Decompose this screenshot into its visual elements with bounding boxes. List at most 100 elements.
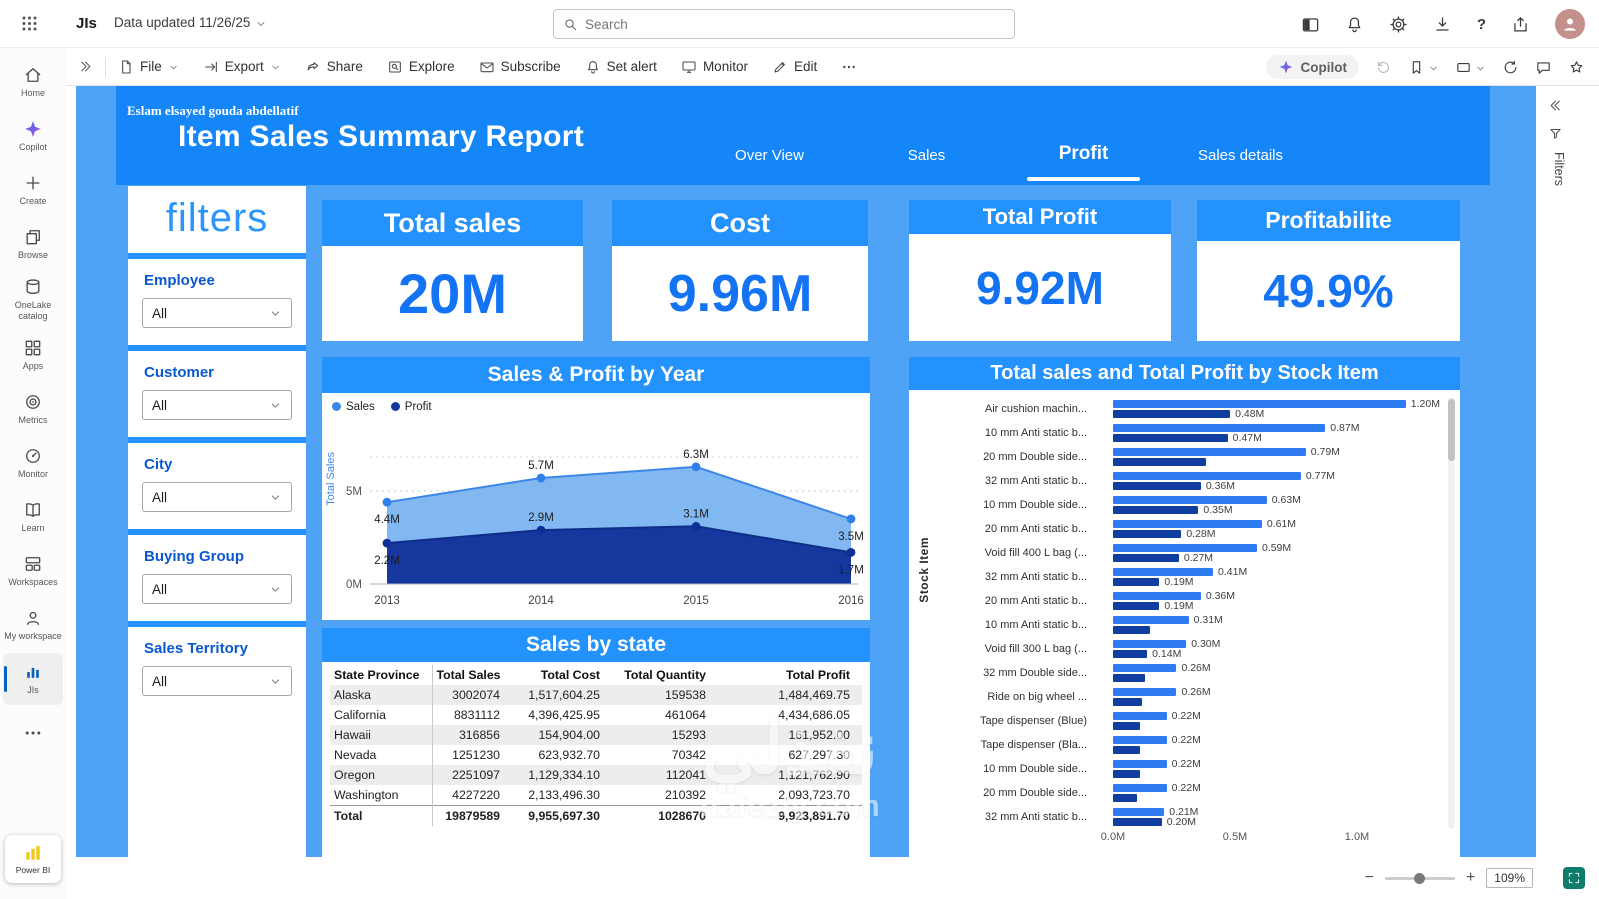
bookmark-menu[interactable] <box>1408 59 1439 76</box>
stock-label: Tape dispenser (Blue) <box>909 709 1095 733</box>
sidebar-item-my-workspace[interactable]: My workspace <box>3 599 63 651</box>
filter-value: All <box>152 674 167 689</box>
share-button[interactable]: Share <box>305 59 363 75</box>
tab-sales[interactable]: Sales <box>848 143 1005 169</box>
waffle-menu-icon[interactable] <box>20 14 39 33</box>
filter-value: All <box>152 398 167 413</box>
feedback-share-icon[interactable] <box>1511 15 1530 34</box>
filters-panel: filters EmployeeAllCustomerAllCityAllBuy… <box>128 186 306 857</box>
zoom-slider[interactable] <box>1385 877 1455 880</box>
expand-nav-icon[interactable] <box>78 59 93 74</box>
file-menu[interactable]: File <box>118 59 179 75</box>
state-cell: California <box>330 705 432 725</box>
sidebar-item-onelake-catalog[interactable]: OneLake catalog <box>3 272 63 327</box>
sidebar-item-browse[interactable]: Browse <box>3 218 63 270</box>
sales-value-label: 0.61M <box>1267 519 1296 529</box>
stock-row: 20 mm Anti static b...0.36M0.19M <box>909 589 1460 613</box>
bar-chart-title: Total sales and Total Profit by Stock It… <box>909 357 1460 390</box>
sidebar-item-home[interactable]: Home <box>3 56 63 108</box>
scrollbar-thumb[interactable] <box>1448 399 1455 461</box>
sidebar-item-apps[interactable]: Apps <box>3 329 63 381</box>
sidebar-item-metrics[interactable]: Metrics <box>3 383 63 435</box>
subscribe-button[interactable]: Subscribe <box>479 59 561 75</box>
zoom-out-button[interactable]: − <box>1365 870 1374 886</box>
chart-title: Sales & Profit by Year <box>322 357 870 393</box>
sales-bar <box>1113 664 1176 672</box>
avatar[interactable] <box>1555 9 1585 39</box>
filters-funnel-icon[interactable] <box>1548 126 1563 141</box>
cell: 2,133,496.30 <box>512 785 612 806</box>
fit-to-page-icon[interactable] <box>1563 867 1585 889</box>
export-menu[interactable]: Export <box>203 59 281 75</box>
filter-dropdown-city[interactable]: All <box>142 482 292 512</box>
sidebar-item-learn[interactable]: Learn <box>3 491 63 543</box>
monitor-button[interactable]: Monitor <box>681 59 748 75</box>
x-tick: 1.0M <box>1335 831 1379 843</box>
sales-bar <box>1113 808 1164 816</box>
expand-pane-icon[interactable] <box>1548 98 1563 113</box>
scrollbar-track[interactable] <box>1448 397 1455 829</box>
sidebar-item-jis[interactable]: JIs <box>3 653 63 705</box>
profit-bar <box>1113 722 1140 730</box>
chevron-down-icon <box>269 399 282 412</box>
explore-button[interactable]: Explore <box>387 59 455 75</box>
help-icon[interactable]: ? <box>1477 16 1486 33</box>
legend-sales[interactable]: Sales <box>332 401 375 413</box>
filter-label-buying-group: Buying Group <box>144 548 290 565</box>
powerbi-badge[interactable]: Power BI <box>5 835 61 883</box>
search-input[interactable] <box>585 17 1005 32</box>
set-alert-button[interactable]: Set alert <box>585 59 657 75</box>
legend-profit[interactable]: Profit <box>391 401 432 413</box>
bar-x-axis: 0.0M 0.5M 1.0M <box>909 831 1460 847</box>
kpi-label: Profitabilite <box>1197 200 1460 241</box>
tab-profit[interactable]: Profit <box>1005 143 1162 169</box>
sidebar-item-create[interactable]: Create <box>3 164 63 216</box>
sidebar-item-more[interactable] <box>3 707 63 759</box>
legend-label: Profit <box>405 401 432 413</box>
filter-groups: EmployeeAllCustomerAllCityAllBuying Grou… <box>128 253 306 696</box>
refresh-icon[interactable] <box>1502 59 1519 76</box>
apps-icon <box>23 338 43 358</box>
settings-gear-icon[interactable] <box>1389 15 1408 34</box>
favorite-star-icon[interactable] <box>1568 59 1585 76</box>
chevron-down-icon <box>270 62 281 73</box>
side-panel-toggle-icon[interactable] <box>1301 15 1320 34</box>
comment-icon[interactable] <box>1535 59 1552 76</box>
filters-pane-label[interactable]: Filters <box>1552 152 1566 186</box>
explore-label: Explore <box>409 59 455 74</box>
chevron-down-icon <box>269 675 282 688</box>
sales-by-state-table: Sales by state State ProvinceTotal Sales… <box>322 628 870 857</box>
person-icon <box>1560 14 1580 34</box>
table-row: Hawaii316856154,904.0015293161,952.00 <box>330 725 862 745</box>
tab-sales-details[interactable]: Sales details <box>1162 143 1319 169</box>
filter-dropdown-employee[interactable]: All <box>142 298 292 328</box>
reset-icon[interactable] <box>1375 59 1392 76</box>
chevron-down-icon <box>255 18 267 30</box>
sales-value-label: 0.26M <box>1181 687 1210 697</box>
zoom-in-button[interactable]: + <box>1466 870 1475 886</box>
copilot-button[interactable]: Copilot <box>1266 55 1360 79</box>
notifications-bell-icon[interactable] <box>1345 15 1364 34</box>
sales-value-label: 0.36M <box>1206 591 1235 601</box>
filter-dropdown-customer[interactable]: All <box>142 390 292 420</box>
data-updated-dropdown[interactable]: Data updated 11/26/25 <box>114 15 267 30</box>
filter-dropdown-sales-territory[interactable]: All <box>142 666 292 696</box>
download-icon[interactable] <box>1433 15 1452 34</box>
more-options-button[interactable] <box>841 59 857 75</box>
sidebar-item-monitor[interactable]: Monitor <box>3 437 63 489</box>
zoom-slider-thumb[interactable] <box>1414 873 1425 884</box>
view-menu[interactable] <box>1455 59 1486 76</box>
sidebar-item-copilot[interactable]: Copilot <box>3 110 63 162</box>
filter-dropdown-buying-group[interactable]: All <box>142 574 292 604</box>
my-workspace-icon <box>23 608 43 628</box>
zoom-level[interactable]: 109% <box>1486 868 1533 888</box>
sidebar-item-workspaces[interactable]: Workspaces <box>3 545 63 597</box>
svg-text:2015: 2015 <box>683 595 709 607</box>
bottom-bar: − + 109% <box>66 857 1599 899</box>
tab-over-view[interactable]: Over View <box>691 143 848 169</box>
kpi-value: 49.9% <box>1197 241 1460 341</box>
stock-label: Ride on big wheel ... <box>909 685 1095 709</box>
profit-value-label: 0.27M <box>1184 553 1213 563</box>
edit-button[interactable]: Edit <box>772 59 817 75</box>
profit-value-label: 0.19M <box>1164 577 1193 587</box>
